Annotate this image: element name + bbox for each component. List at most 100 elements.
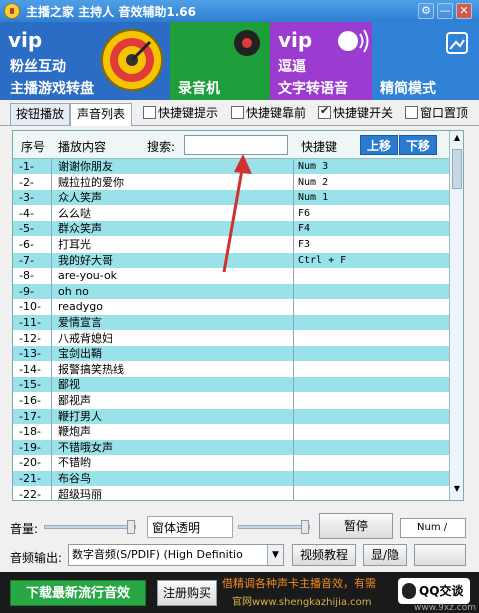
banner-line1: 粉丝互动 — [10, 59, 66, 75]
settings-icon[interactable]: ⚙ — [418, 3, 434, 19]
promo-site[interactable]: 官网www.shengkazhijia.com — [232, 593, 392, 608]
banner-label: 精简模式 — [380, 81, 436, 97]
chevron-down-icon[interactable]: ▼ — [267, 545, 283, 565]
column-divider — [51, 159, 52, 500]
banner-line2: 主播游戏转盘 — [10, 81, 94, 97]
row-number: -19- — [19, 440, 41, 454]
row-sound-name: readygo — [58, 300, 103, 314]
search-label: 搜索: — [147, 140, 176, 154]
qq-chat-label: QQ交谈 — [419, 584, 464, 598]
row-number: -2- — [19, 175, 34, 189]
tab-sound-list[interactable]: 声音列表 — [70, 103, 132, 126]
app-icon — [4, 3, 20, 19]
list-item[interactable]: -14- 报警搞笑热线 — [13, 361, 449, 377]
row-hotkey: F6 — [298, 207, 311, 219]
col-header-hotkey: 快捷键 — [301, 140, 338, 154]
picture-icon — [446, 32, 468, 54]
simple-mode-banner[interactable]: 精简模式 — [372, 22, 479, 100]
annotation-arrow — [222, 154, 252, 273]
list-item[interactable]: -20- 不错哟 — [13, 455, 449, 471]
row-number: -10- — [19, 300, 41, 314]
row-number: -7- — [19, 253, 34, 267]
close-button[interactable]: ✕ — [456, 3, 472, 19]
hotkey-hint-label: 快捷键提示 — [158, 106, 219, 120]
col-header-content: 播放内容 — [58, 140, 107, 154]
window-topmost-checkbox[interactable] — [405, 106, 418, 119]
banner-label: 录音机 — [178, 81, 220, 97]
row-sound-name: 鞭打男人 — [58, 409, 102, 423]
vip-label: vip — [278, 28, 313, 52]
row-sound-name: 宝剑出鞘 — [58, 347, 102, 361]
watermark: www.9xz.com — [414, 603, 476, 613]
list-item[interactable]: -12- 八戒背媳妇 — [13, 330, 449, 346]
list-item[interactable]: -17- 鞭打男人 — [13, 408, 449, 424]
row-sound-name: 鞭炮声 — [58, 425, 91, 439]
recorder-banner[interactable]: 录音机 — [170, 22, 270, 100]
row-hotkey: F3 — [298, 239, 311, 250]
audio-output-label: 音频输出: — [10, 551, 63, 565]
hotkey-switch-checkbox[interactable] — [318, 104, 331, 119]
row-hotkey: Num 2 — [298, 176, 329, 188]
row-number: -11- — [19, 316, 41, 329]
list-item[interactable]: -21- 布谷鸟 — [13, 471, 449, 486]
transparency-slider-thumb[interactable] — [301, 520, 309, 534]
hotkey-hint-checkbox[interactable] — [143, 106, 156, 119]
qq-chat-button[interactable]: QQ交谈 — [398, 578, 470, 604]
scroll-up-icon[interactable]: ▲ — [452, 133, 462, 145]
wheel-icon — [101, 29, 163, 91]
list-scrollbar[interactable]: ▲ ▼ — [449, 131, 463, 500]
footer-bar: 下载最新流行音效 注册购买 借精调各种声卡主播音效，有需 官网www.sheng… — [0, 572, 479, 613]
show-hide-button[interactable]: 显/隐 — [363, 544, 407, 566]
video-tutorial-button[interactable]: 视频教程 — [292, 544, 356, 566]
promo-text: 借精调各种声卡主播音效，有需 — [222, 577, 376, 590]
row-number: -9- — [19, 284, 34, 298]
audio-output-value: 数字音频(S/PDIF) (High Definitio — [72, 548, 243, 561]
move-up-button[interactable]: 上移 — [360, 135, 398, 155]
list-item[interactable]: -13- 宝剑出鞘 — [13, 346, 449, 362]
volume-slider-thumb[interactable] — [127, 520, 135, 534]
list-item[interactable]: -22- 超级玛丽 — [13, 486, 449, 501]
game-wheel-banner[interactable]: vip 粉丝互动 主播游戏转盘 — [0, 22, 170, 100]
row-hotkey: Num 1 — [298, 192, 329, 204]
row-number: -8- — [19, 269, 34, 283]
column-divider — [293, 159, 294, 500]
download-sounds-button[interactable]: 下载最新流行音效 — [10, 580, 146, 606]
register-buy-button[interactable]: 注册购买 — [157, 580, 217, 606]
row-sound-name: 爱情宣言 — [58, 316, 102, 329]
list-item[interactable]: -11- 爱情宣言 — [13, 315, 449, 330]
tts-banner[interactable]: vip 逗逼 文字转语音 — [270, 22, 372, 100]
row-number: -12- — [19, 331, 41, 345]
pause-button[interactable]: 暂停 — [319, 513, 393, 539]
list-item[interactable]: -15- 鄙视 — [13, 377, 449, 393]
hotkey-front-checkbox[interactable] — [231, 106, 244, 119]
move-down-button[interactable]: 下移 — [399, 135, 437, 155]
row-sound-name: 不错哦女声 — [58, 440, 113, 454]
audio-output-select[interactable]: 数字音频(S/PDIF) (High Definitio ▼ — [68, 544, 284, 566]
row-sound-name: 超级玛丽 — [58, 487, 102, 501]
status-box: Num / — [400, 518, 466, 538]
row-sound-name: 鄙视 — [58, 378, 80, 392]
row-sound-name: oh no — [58, 284, 89, 298]
minimize-button[interactable]: — — [437, 3, 453, 19]
list-item[interactable]: -18- 鞭炮声 — [13, 424, 449, 440]
row-number: -18- — [19, 425, 41, 439]
row-number: -17- — [19, 409, 41, 423]
row-number: -1- — [19, 160, 34, 173]
row-sound-name: 布谷鸟 — [58, 472, 91, 485]
row-number: -21- — [19, 472, 41, 485]
list-item[interactable]: -9- oh no — [13, 283, 449, 299]
list-item[interactable]: -10- readygo — [13, 299, 449, 315]
row-sound-name: 报警搞笑热线 — [58, 362, 124, 376]
col-header-no: 序号 — [21, 140, 46, 154]
list-item[interactable]: -16- 鄙视声 — [13, 393, 449, 408]
tab-button-play[interactable]: 按钮播放 — [10, 103, 70, 125]
banner-line1: 逗逼 — [278, 59, 306, 75]
hotkey-switch-label: 快捷键开关 — [333, 106, 394, 120]
list-item[interactable]: -19- 不错哦女声 — [13, 439, 449, 455]
scroll-thumb[interactable] — [452, 149, 462, 189]
extra-button[interactable] — [414, 544, 466, 566]
scroll-down-icon[interactable]: ▼ — [452, 484, 462, 496]
transparency-slider[interactable] — [238, 525, 310, 529]
volume-slider[interactable] — [44, 525, 136, 529]
row-number: -15- — [19, 378, 41, 392]
